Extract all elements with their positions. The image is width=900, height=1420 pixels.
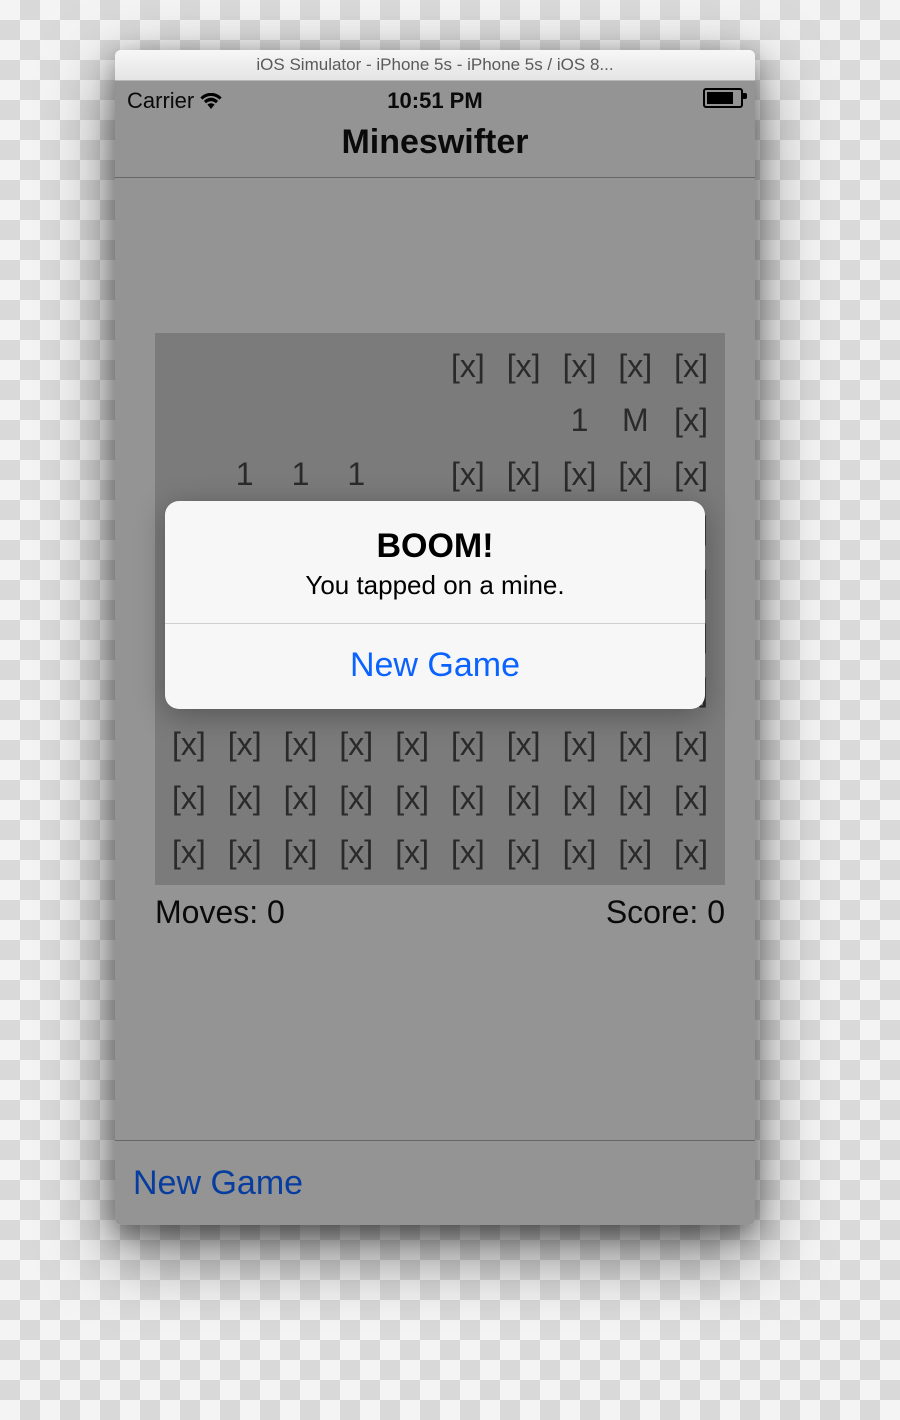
board-cell[interactable]: [x] [217, 771, 273, 825]
board-cell[interactable]: [x] [440, 771, 496, 825]
board-row: [x][x][x][x][x][x][x][x][x][x] [161, 825, 719, 879]
board-cell[interactable] [496, 393, 552, 447]
status-left: Carrier [127, 88, 222, 114]
board-cell[interactable] [273, 393, 329, 447]
board-cell[interactable] [384, 393, 440, 447]
board-cell[interactable]: [x] [273, 717, 329, 771]
board-cell[interactable] [384, 447, 440, 501]
board-cell[interactable]: [x] [663, 447, 719, 501]
board-cell[interactable]: [x] [440, 717, 496, 771]
board-cell[interactable]: M [607, 393, 663, 447]
new-game-button[interactable]: New Game [133, 1164, 303, 1203]
board-cell[interactable]: [x] [552, 339, 608, 393]
board-cell[interactable]: [x] [607, 447, 663, 501]
window-title: iOS Simulator - iPhone 5s - iPhone 5s / … [115, 50, 755, 81]
board-cell[interactable]: [x] [161, 825, 217, 879]
alert-dialog: BOOM! You tapped on a mine. New Game [165, 501, 705, 709]
simulator-window: iOS Simulator - iPhone 5s - iPhone 5s / … [115, 50, 755, 1225]
board-cell[interactable] [161, 339, 217, 393]
board-cell[interactable]: [x] [328, 717, 384, 771]
board-cell[interactable]: [x] [496, 339, 552, 393]
board-cell[interactable]: [x] [663, 339, 719, 393]
board-cell[interactable] [217, 339, 273, 393]
board-cell[interactable]: [x] [273, 825, 329, 879]
wifi-icon [200, 93, 222, 109]
board-cell[interactable] [384, 339, 440, 393]
board-cell[interactable]: [x] [552, 717, 608, 771]
board-cell[interactable] [161, 447, 217, 501]
board-cell[interactable]: [x] [663, 717, 719, 771]
board-cell[interactable]: [x] [440, 447, 496, 501]
alert-message: You tapped on a mine. [185, 570, 685, 601]
app-title: Mineswifter [341, 123, 528, 161]
board-cell[interactable]: [x] [607, 825, 663, 879]
score-label: Score: 0 [606, 894, 725, 931]
board-row: [x][x][x][x][x][x][x][x][x][x] [161, 771, 719, 825]
board-cell[interactable]: [x] [663, 393, 719, 447]
board-cell[interactable]: 1 [328, 447, 384, 501]
battery-icon [703, 88, 743, 108]
board-cell[interactable]: [x] [384, 717, 440, 771]
board-cell[interactable]: [x] [273, 771, 329, 825]
board-cell[interactable]: [x] [440, 825, 496, 879]
device-screen: Carrier 10:51 PM Mineswifter [115, 81, 755, 1225]
board-cell[interactable]: 1 [273, 447, 329, 501]
board-cell[interactable]: 1 [552, 393, 608, 447]
board-cell[interactable] [161, 393, 217, 447]
board-cell[interactable]: [x] [217, 717, 273, 771]
board-cell[interactable] [273, 339, 329, 393]
board-cell[interactable]: [x] [552, 771, 608, 825]
board-cell[interactable]: [x] [384, 771, 440, 825]
board-cell[interactable]: [x] [552, 825, 608, 879]
carrier-label: Carrier [127, 88, 194, 114]
board-row: 111[x][x][x][x][x] [161, 447, 719, 501]
board-cell[interactable] [217, 393, 273, 447]
board-cell[interactable] [328, 339, 384, 393]
board-cell[interactable]: [x] [496, 771, 552, 825]
score-row: Moves: 0 Score: 0 [155, 894, 725, 931]
board-cell[interactable] [440, 393, 496, 447]
board-cell[interactable]: [x] [496, 447, 552, 501]
bottom-toolbar: New Game [115, 1140, 755, 1225]
board-cell[interactable]: [x] [328, 825, 384, 879]
alert-title: BOOM! [185, 527, 685, 566]
status-bar: Carrier 10:51 PM [115, 81, 755, 121]
board-cell[interactable] [328, 393, 384, 447]
board-cell[interactable]: [x] [328, 771, 384, 825]
board-cell[interactable]: [x] [384, 825, 440, 879]
board-cell[interactable]: [x] [217, 825, 273, 879]
moves-label: Moves: 0 [155, 894, 285, 931]
board-cell[interactable]: [x] [663, 825, 719, 879]
board-cell[interactable]: [x] [161, 717, 217, 771]
board-cell[interactable]: [x] [496, 825, 552, 879]
board-cell[interactable]: [x] [161, 771, 217, 825]
board-cell[interactable]: [x] [440, 339, 496, 393]
alert-new-game-button[interactable]: New Game [165, 624, 705, 709]
board-cell[interactable]: [x] [496, 717, 552, 771]
board-row: [x][x][x][x][x] [161, 339, 719, 393]
alert-body: BOOM! You tapped on a mine. [165, 501, 705, 623]
board-cell[interactable]: [x] [663, 771, 719, 825]
nav-bar: Mineswifter [115, 121, 755, 178]
board-cell[interactable]: [x] [607, 771, 663, 825]
board-row: 1M[x] [161, 393, 719, 447]
status-right [703, 88, 743, 114]
board-row: [x][x][x][x][x][x][x][x][x][x] [161, 717, 719, 771]
board-cell[interactable]: 1 [217, 447, 273, 501]
board-cell[interactable]: [x] [552, 447, 608, 501]
board-cell[interactable]: [x] [607, 339, 663, 393]
board-cell[interactable]: [x] [607, 717, 663, 771]
